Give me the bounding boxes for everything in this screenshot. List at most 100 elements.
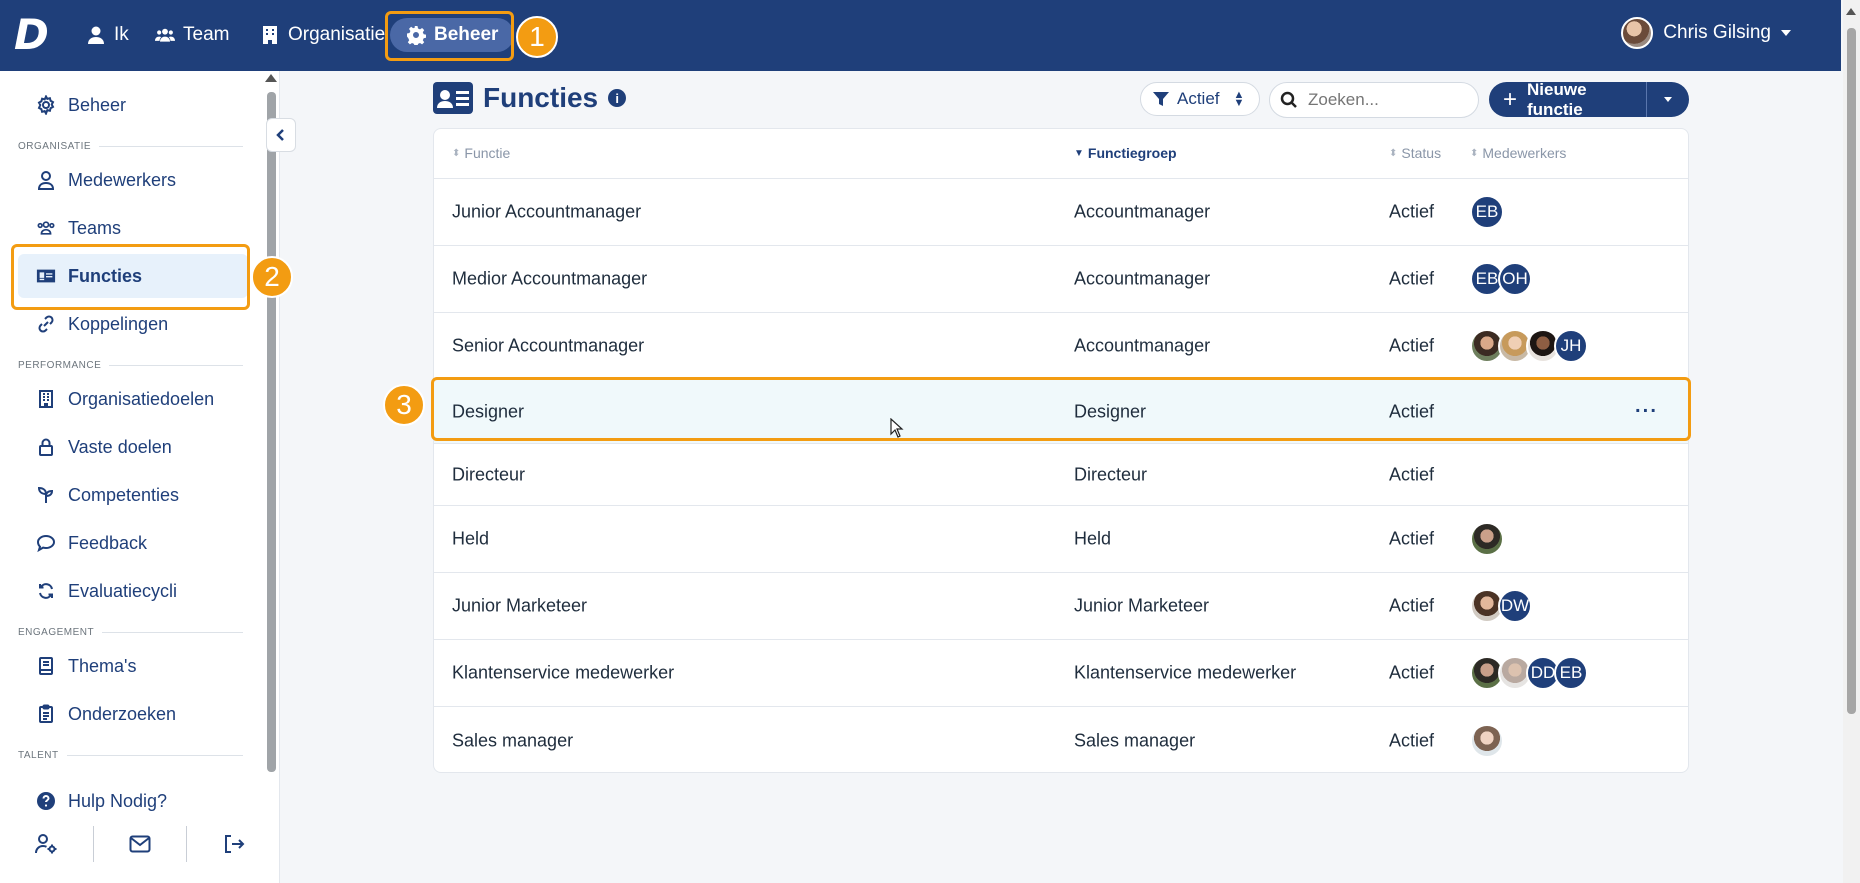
sidebar-item-label: Medewerkers [68,169,177,190]
top-navigation: D Ik Team Organisatie Beheer Chris Gilsi… [0,0,1841,71]
column-header-status[interactable]: ⬍ Status [1389,145,1441,161]
question-circle-icon [37,792,55,810]
cell-status: Actief [1389,335,1435,356]
nav-organisatie-label: Organisatie [288,24,386,45]
nav-organisatie[interactable]: Organisatie [260,18,385,52]
avatar[interactable]: DW [1498,589,1532,623]
page-title: Functies i [433,82,627,114]
sidebar-item-label: Onderzoeken [68,703,177,724]
users-icon [37,221,55,235]
envelope-icon [129,835,151,853]
scroll-up-arrow-icon[interactable] [1846,8,1856,15]
section-engagement: ENGAGEMENT [18,627,243,638]
annotation-badge-3: 3 [383,384,425,426]
search-input[interactable] [1306,89,1466,111]
filter-icon [1153,92,1169,106]
sidebar-item-label: Beheer [68,94,127,115]
cell-status: Actief [1389,464,1435,484]
annotation-badge-2: 2 [251,256,293,298]
nav-ik[interactable]: Ik [86,18,129,52]
collapse-sidebar-button[interactable] [266,118,296,152]
id-card-icon [433,82,473,114]
user-icon [37,171,55,190]
link-icon [38,315,54,333]
user-icon [88,26,104,44]
nav-team[interactable]: Team [155,18,229,52]
sidebar-item-vaste-doelen[interactable]: Vaste doelen [18,425,248,469]
sort-icon: ⬍ [452,147,461,159]
avatar[interactable]: EB [1554,656,1588,690]
plus-icon: + [1503,85,1518,113]
cell-status: Actief [1389,201,1435,222]
table-row[interactable]: Sales manager Sales manager Actief [434,707,1688,774]
sidebar-item-medewerkers[interactable]: Medewerkers [18,158,248,202]
avatar[interactable] [1470,723,1504,758]
sidebar-item-beheer[interactable]: Beheer [18,83,248,127]
seedling-icon [37,486,54,503]
sidebar-scrollbar[interactable] [265,74,277,774]
sidebar-item-organisatiedoelen[interactable]: Organisatiedoelen [18,377,248,421]
section-talent: TALENT [18,750,243,761]
avatar[interactable]: OH [1498,262,1532,296]
cell-functie: Junior Marketeer [452,595,588,616]
avatar[interactable] [1470,522,1504,556]
column-header-functie[interactable]: ⬍ Functie [452,145,510,161]
status-filter[interactable]: Actief ▲ ▼ [1140,82,1260,116]
cell-status: Actief [1389,595,1435,616]
sidebar-item-themas[interactable]: Thema's [18,644,248,688]
user-menu[interactable]: Chris Gilsing [1621,17,1791,49]
building-icon [39,390,53,408]
help-link[interactable]: Hulp Nodig? [18,779,248,823]
mouse-cursor [890,417,904,443]
scroll-up-arrow-icon[interactable] [265,74,277,82]
search-box[interactable] [1269,82,1479,118]
table-row[interactable]: Held Held Actief [434,506,1688,573]
info-icon[interactable]: i [608,89,627,107]
sidebar-item-label: Organisatiedoelen [68,388,215,409]
page-scrollbar[interactable] [1843,0,1860,883]
cell-status: Actief [1389,730,1435,750]
cell-functiegroep: Accountmanager [1074,335,1211,356]
chevron-left-icon [276,129,284,141]
sidebar-item-label: Feedback [68,532,148,553]
functions-table: ⬍ Functie ▼ Functiegroep ⬍ Status ⬍ Medewerk… [433,128,1689,773]
sidebar-scroll-thumb[interactable] [267,92,276,772]
new-function-button[interactable]: + Nieuwe functie [1489,80,1647,119]
messages-button[interactable] [94,826,188,862]
cell-status: Actief [1389,662,1435,683]
sidebar-item-evaluatiecycli[interactable]: Evaluatiecycli [18,569,248,613]
table-row[interactable]: Medior Accountmanager Accountmanager Act… [434,246,1688,313]
table-row[interactable]: Klantenservice medewerker Klantenservice… [434,640,1688,707]
building-icon [263,26,277,44]
highlight-designer-row [431,377,1691,441]
page-scroll-thumb[interactable] [1847,28,1856,714]
nav-team-label: Team [183,24,230,45]
sidebar-item-feedback[interactable]: Feedback [18,521,248,565]
user-settings-button[interactable] [0,826,94,862]
table-row[interactable]: Junior Marketeer Junior Marketeer Actief… [434,573,1688,640]
column-header-medewerkers[interactable]: ⬍ Medewerkers [1470,145,1566,161]
sidebar-item-onderzoeken[interactable]: Onderzoeken [18,692,248,736]
help-label: Hulp Nodig? [68,790,168,811]
sidebar-item-competenties[interactable]: Competenties [18,473,248,517]
new-function-button-group: + Nieuwe functie [1489,80,1689,119]
new-function-dropdown-button[interactable] [1647,97,1689,102]
highlight-functies [11,244,250,310]
table-row[interactable]: Junior Accountmanager Accountmanager Act… [434,179,1688,246]
highlight-beheer [385,11,514,61]
book-icon [39,657,53,675]
avatar[interactable]: JH [1554,329,1588,363]
clipboard-icon [39,704,53,723]
annotation-badge-1: 1 [516,16,558,58]
table-row[interactable]: Senior Accountmanager Accountmanager Act… [434,313,1688,380]
table-row[interactable]: Directeur Directeur Actief [434,444,1688,506]
cell-medewerkers: DD EB [1470,656,1588,690]
cell-functiegroep: Sales manager [1074,730,1196,750]
page-title-text: Functies [483,82,599,113]
avatar[interactable]: EB [1470,195,1504,229]
logout-button[interactable] [187,826,280,862]
column-header-functiegroep[interactable]: ▼ Functiegroep [1074,145,1177,161]
sidebar-item-label: Vaste doelen [68,436,172,457]
app-logo[interactable]: D [14,14,54,56]
cell-medewerkers: EB [1470,195,1504,229]
